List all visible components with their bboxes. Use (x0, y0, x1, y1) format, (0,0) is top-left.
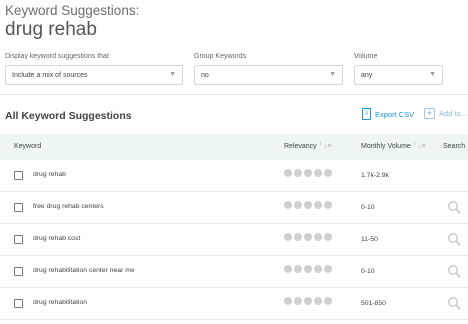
chevron-down-icon: ▼ (429, 71, 436, 78)
group-select[interactable]: no ▼ (194, 65, 343, 85)
page-title: drug rehab (5, 19, 97, 40)
column-relevancy-label: Relevancy (284, 143, 317, 150)
plus-icon: + (424, 108, 435, 119)
display-filter-label: Display keyword suggestions that (5, 53, 109, 60)
column-monthly-volume[interactable]: Monthly Volume i ↓≡ (361, 141, 426, 151)
volume-filter-label: Volume (354, 53, 378, 60)
group-select-value: no (201, 71, 209, 79)
column-search[interactable]: Search (443, 143, 465, 150)
relevancy-dot (294, 201, 302, 209)
relevancy-dot (284, 201, 292, 209)
relevancy-dots (284, 201, 332, 209)
export-csv-button[interactable]: ⇩ Export CSV (362, 108, 414, 120)
relevancy-dot (294, 297, 302, 305)
search-icon[interactable] (447, 200, 461, 214)
relevancy-dot (304, 169, 312, 177)
info-icon[interactable]: i (414, 141, 415, 147)
sort-icon[interactable]: ↓≡ (324, 143, 332, 150)
volume-filter: Volume any ▼ (354, 52, 443, 85)
table-row: drug rehab cost 11-50 (0, 224, 468, 256)
export-icon: ⇩ (362, 108, 371, 120)
search-icon[interactable] (447, 296, 461, 310)
group-filter: Group Keywords no ▼ (194, 52, 343, 85)
relevancy-dot (304, 201, 312, 209)
relevancy-dot (294, 265, 302, 273)
keyword-cell: free drug rehab centers (33, 203, 104, 210)
relevancy-dot (324, 201, 332, 209)
relevancy-dot (324, 233, 332, 241)
table-row: drug rehabilitation 501-850 (0, 288, 468, 320)
column-relevancy[interactable]: Relevancy i ↓≡ (284, 141, 332, 151)
relevancy-dot (304, 297, 312, 305)
relevancy-dot (314, 297, 322, 305)
relevancy-dot (294, 169, 302, 177)
relevancy-dots (284, 169, 332, 177)
relevancy-dot (314, 265, 322, 273)
relevancy-dot (284, 169, 292, 177)
relevancy-dot (304, 233, 312, 241)
display-select-value: Include a mix of sources (12, 71, 88, 79)
relevancy-dot (304, 265, 312, 273)
export-csv-label: Export CSV (375, 109, 415, 119)
relevancy-dot (324, 169, 332, 177)
keyword-cell: drug rehab cost (33, 235, 81, 242)
display-select[interactable]: Include a mix of sources ▼ (5, 65, 183, 85)
table-row: drug rehabilitation center near me 0-10 (0, 256, 468, 288)
column-keyword[interactable]: Keyword (14, 143, 41, 150)
relevancy-dot (324, 297, 332, 305)
add-to-label: Add to... (439, 109, 467, 118)
row-checkbox[interactable] (14, 171, 23, 180)
relevancy-dot (284, 233, 292, 241)
table-row: free drug rehab centers 0-10 (0, 192, 468, 224)
section-title: All Keyword Suggestions (5, 110, 132, 122)
relevancy-dot (284, 297, 292, 305)
column-monthly-volume-label: Monthly Volume (361, 143, 411, 150)
volume-select[interactable]: any ▼ (354, 65, 443, 85)
volume-select-value: any (361, 71, 373, 79)
column-search-label: Search (443, 143, 466, 150)
page-kicker: Keyword Suggestions: (5, 3, 140, 18)
page-header: Keyword Suggestions: drug rehab (5, 3, 139, 42)
search-icon[interactable] (447, 232, 461, 246)
monthly-volume-cell: 0-10 (361, 268, 375, 275)
row-checkbox[interactable] (14, 203, 23, 212)
row-checkbox[interactable] (14, 235, 23, 244)
table-row: drug rehab 1.7k-2.9k (0, 160, 468, 192)
row-checkbox[interactable] (14, 267, 23, 276)
monthly-volume-cell: 11-50 (361, 236, 378, 243)
display-filter: Display keyword suggestions that Include… (5, 52, 183, 85)
monthly-volume-cell: 1.7k-2.9k (361, 172, 389, 179)
relevancy-dots (284, 265, 332, 273)
keyword-cell: drug rehabilitation (33, 299, 88, 306)
add-to-button[interactable]: + Add to... (424, 108, 467, 119)
filters-bar: Display keyword suggestions that Include… (0, 52, 468, 90)
group-filter-label: Group Keywords (194, 53, 247, 60)
relevancy-dot (284, 265, 292, 273)
keyword-cell: drug rehab (33, 171, 66, 178)
search-icon[interactable] (447, 264, 461, 278)
relevancy-dot (314, 201, 322, 209)
monthly-volume-cell: 501-850 (361, 300, 386, 307)
row-checkbox[interactable] (14, 299, 23, 308)
relevancy-dot (324, 265, 332, 273)
info-icon[interactable]: i (320, 141, 321, 147)
relevancy-dots (284, 233, 332, 241)
column-keyword-label: Keyword (14, 143, 42, 150)
chevron-down-icon: ▼ (329, 71, 336, 78)
relevancy-dot (294, 233, 302, 241)
relevancy-dot (314, 233, 322, 241)
keyword-cell: drug rehabilitation center near me (33, 267, 135, 274)
sort-icon[interactable]: ↓≡ (418, 143, 426, 150)
table-header: Keyword Relevancy i ↓≡ Monthly Volume i … (0, 134, 468, 160)
relevancy-dot (314, 169, 322, 177)
divider (0, 94, 468, 95)
chevron-down-icon: ▼ (169, 71, 176, 78)
relevancy-dots (284, 297, 332, 305)
monthly-volume-cell: 0-10 (361, 204, 375, 211)
